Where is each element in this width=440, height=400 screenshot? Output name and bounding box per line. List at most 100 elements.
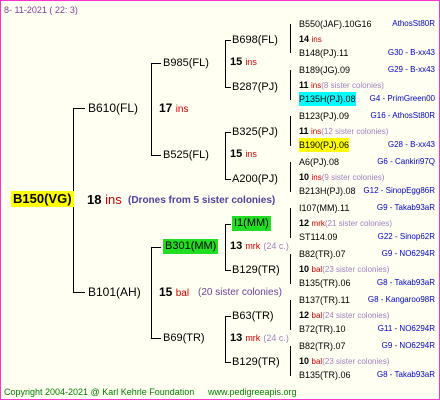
gen2-b69[interactable]: B69(TR) xyxy=(163,331,205,345)
gen3-a200[interactable]: A200(PJ) xyxy=(232,172,278,186)
root-ins-count: 18 ins xyxy=(87,192,122,208)
gen3-b129a[interactable]: B129(TR) xyxy=(232,263,280,277)
link-b63 xyxy=(225,316,231,317)
link-b69 xyxy=(151,338,161,339)
footer-copyright: Copyright 2004-2021 @ Karl Kehrle Founda… xyxy=(4,387,195,397)
gen2-b525[interactable]: B525(FL) xyxy=(163,148,209,162)
gen4-3-top: A6(PJ).08 xyxy=(299,157,340,167)
gen4-7-code: G9 - NO6294R xyxy=(381,341,435,350)
gen4-3-n: 10 xyxy=(299,172,310,182)
gen2-b985-unit: ins xyxy=(245,57,257,67)
gen2-b525-n: 15 xyxy=(230,148,243,160)
a200-connector xyxy=(290,162,291,192)
gen4-4-sub: (21 sister colonies) xyxy=(324,219,392,228)
gen4-6-unit: bal xyxy=(311,311,323,320)
gen4-3-mid: 10 ins(9 sister colonies) xyxy=(299,170,384,185)
gen4-3-sub: (9 sister colonies) xyxy=(321,173,385,182)
link-b525 xyxy=(151,155,161,156)
gen2-b301-unit: mrk xyxy=(245,241,261,251)
gen4-0-code: AthosSt80R xyxy=(392,19,435,28)
link-b985 xyxy=(151,63,161,64)
gen4-6-n: 12 xyxy=(299,310,310,320)
gen4-1-code2: G4 - PrimGreen00 xyxy=(369,94,435,103)
gen4-0-mid: 14 ins xyxy=(299,32,322,47)
b325-connector xyxy=(290,116,291,146)
gen4-2-sub: (12 sister colonies) xyxy=(321,127,389,136)
gen4-7-bottom: B135(TR).06 xyxy=(299,370,351,380)
link-b129b xyxy=(225,362,231,363)
gen1-b101-note: (20 sister colonies) xyxy=(198,287,282,298)
b287-connector xyxy=(290,70,291,100)
b129b-connector xyxy=(290,346,291,376)
link-b287 xyxy=(225,87,231,88)
gen4-1-n: 11 xyxy=(299,80,309,90)
b301-connector xyxy=(225,224,226,270)
pedigree-chart: 8- 11-2021 ( 22: 3) B150(VG) 18 ins (Dro… xyxy=(0,0,440,400)
gen3-b325[interactable]: B325(PJ) xyxy=(232,125,278,139)
gen1-b101-n: 15 xyxy=(159,285,173,299)
gen4-6-mid: 12 bal(24 sister colonies) xyxy=(299,308,389,323)
gen4-7-sub: (23 sister colonies) xyxy=(322,357,390,366)
gen4-6-code: G8 - Kangaroo98R xyxy=(367,295,435,304)
gen1-b610-n: 17 xyxy=(159,101,173,115)
gen3-b698[interactable]: B698(FL) xyxy=(232,33,278,47)
gen4-6-sub: (24 sister colonies) xyxy=(322,311,390,320)
gen2-b301-sub: (24 c.) xyxy=(263,241,289,251)
b63-connector xyxy=(290,300,291,330)
gen4-5-code: G9 - NO6294R xyxy=(381,249,435,258)
gen2-b985-count: 15 ins xyxy=(230,55,257,69)
gen1-b610[interactable]: B610(FL) xyxy=(88,101,138,116)
root-note: (Drones from 5 sister colonies) xyxy=(128,195,276,206)
gen4-4-unit: mrk xyxy=(311,219,325,228)
gen4-5-n: 10 xyxy=(299,264,310,274)
link-b325 xyxy=(225,132,231,133)
gen4-6-top: B137(TR).11 xyxy=(299,295,350,305)
gen3-b287[interactable]: B287(PJ) xyxy=(232,80,278,94)
gen4-1-top: B189(JG).09 xyxy=(299,65,351,75)
gen4-0-top: B550(JAF).10G16 xyxy=(299,19,372,29)
b129a-connector xyxy=(290,254,291,284)
gen4-2-top: B123(PJ).09 xyxy=(299,111,350,121)
gen2-b985[interactable]: B985(FL) xyxy=(163,56,209,70)
i1-connector xyxy=(290,208,291,238)
gen2-b301[interactable]: B301(MM) xyxy=(163,239,219,254)
gen4-7-code2: G8 - Takab93aR xyxy=(376,370,435,379)
footer-url[interactable]: www.pedigreeapis.org xyxy=(208,385,297,399)
gen2-b69-unit: mrk xyxy=(245,333,261,343)
b610-connector xyxy=(151,63,152,155)
gen1-b101[interactable]: B101(AH) xyxy=(88,285,141,300)
link-i1 xyxy=(225,224,231,225)
header-date: 8- 11-2021 ( 22: 3) xyxy=(4,5,78,15)
gen4-5-mid: 10 bal(23 sister colonies) xyxy=(299,262,389,277)
gen2-b525-count: 15 ins xyxy=(230,147,257,161)
gen4-6-bottom: B72(TR).10 xyxy=(299,324,346,334)
b101-connector xyxy=(151,247,152,338)
gen4-3-bottom: B213H(PJ).08 xyxy=(299,186,356,196)
gen4-0-unit: ins xyxy=(311,35,322,44)
gen4-0-bottom: B148(PJ).11 xyxy=(299,48,349,58)
gen4-3-code2: G12 - SinopEgg86R xyxy=(363,186,435,195)
gen4-6-code2: G11 - NO6294R xyxy=(377,324,435,333)
gen2-b69-sub: (24 c.) xyxy=(263,333,289,343)
gen1-b610-unit: ins xyxy=(175,104,189,115)
gen4-4-code2: G22 - Sinop62R xyxy=(377,232,435,241)
gen4-5-code2: G8 - Takab93aR xyxy=(376,278,435,287)
gen4-4-bottom: ST114.09 xyxy=(299,232,338,242)
gen1-b101-count: 15 bal xyxy=(159,285,189,301)
gen4-1-mid: 11 ins(8 sister colonies) xyxy=(299,78,384,93)
gen3-b129b[interactable]: B129(TR) xyxy=(232,355,280,369)
link-b101 xyxy=(73,292,85,293)
gen4-3-unit: ins xyxy=(311,173,322,182)
gen3-b63[interactable]: B63(TR) xyxy=(232,309,274,323)
gen1-b101-unit: bal xyxy=(175,288,190,299)
gen4-1-unit: ins xyxy=(311,81,322,90)
gen4-1-bottom: P135H(PJ).08 xyxy=(299,92,356,106)
b69-connector xyxy=(225,316,226,362)
gen4-5-top: B82(TR).07 xyxy=(299,249,346,259)
gen4-0-n: 14 xyxy=(299,34,310,44)
root-queen-id[interactable]: B150(VG) xyxy=(11,191,74,207)
gen3-i1[interactable]: I1(MM) xyxy=(232,216,271,231)
gen4-2-unit: ins xyxy=(311,127,322,136)
gen4-7-mid: 10 bal(23 sister colonies) xyxy=(299,354,389,369)
gen4-5-unit: bal xyxy=(311,265,323,274)
